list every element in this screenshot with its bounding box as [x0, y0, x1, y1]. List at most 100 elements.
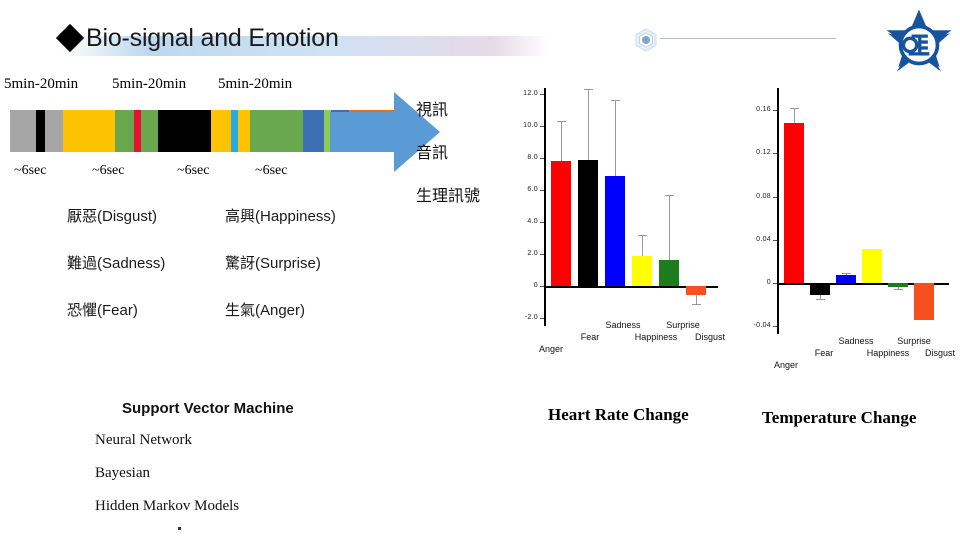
timeline-segment-7 [141, 110, 158, 152]
timeline-segment-3 [45, 110, 63, 152]
clip-length-label-3: ~6sec [177, 163, 210, 178]
y-tick-label: 2.0 [527, 250, 538, 257]
y-tick-label: 0.12 [756, 149, 771, 157]
clip-length-label-4: ~6sec [255, 163, 288, 178]
y-axis [777, 88, 779, 334]
chart-title-heart-rate: Heart Rate Change [548, 405, 689, 424]
error-bar-cap [665, 194, 674, 196]
y-tick-label: 0.16 [756, 106, 771, 114]
x-axis-label-happiness: Happiness [866, 348, 910, 358]
classifier-list-ellipsis [178, 527, 181, 530]
x-axis-label-anger: Anger [538, 344, 564, 354]
y-tick-label: -2.0 [524, 314, 538, 321]
x-axis-label-fear: Fear [580, 332, 600, 342]
chart-heart-rate-change: 12.0 10.0 8.0 6.0 4.0 2.0 0 -2.0 Anger Fear Sadnes… [505, 88, 725, 388]
clip-length-label-1: ~6sec [14, 163, 47, 178]
emotion-label-sadness: 難過(Sadness) [67, 255, 166, 272]
timeline-segment-2 [36, 110, 45, 152]
bar-surprise [659, 259, 679, 286]
error-bar [642, 234, 643, 256]
x-axis-label-happiness: Happiness [634, 332, 678, 342]
modality-label-physiological: 生理訊號 [416, 188, 481, 205]
y-tick-label: 0 [766, 278, 771, 286]
x-axis-label-disgust: Disgust [694, 332, 726, 342]
x-axis-label-surprise: Surprise [666, 320, 700, 330]
timeline-duration-label-2: 5min-20min [112, 76, 187, 92]
error-bar-cap [894, 289, 903, 291]
error-bar-cap [557, 121, 566, 123]
y-tick-mark [540, 254, 544, 255]
emotion-label-surprise: 驚訝(Surprise) [225, 255, 321, 272]
bar-disgust [686, 286, 706, 295]
error-bar [669, 194, 670, 260]
chart-title-temperature: Temperature Change [762, 408, 917, 427]
timeline-segment-6 [134, 110, 141, 152]
emotion-label-anger: 生氣(Anger) [225, 302, 306, 319]
y-tick-mark [773, 110, 777, 112]
school-emblem-icon [882, 8, 956, 82]
y-tick-label: 0 [533, 282, 538, 289]
x-axis-label-sadness: Sadness [838, 336, 874, 346]
timeline-duration-label-3: 5min-20min [218, 76, 293, 92]
x-axis-label-surprise: Surprise [897, 336, 931, 346]
emotion-label-disgust: 厭惡(Disgust) [67, 208, 158, 225]
y-tick-mark [773, 326, 777, 327]
emotion-label-fear: 恐懼(Fear) [67, 302, 138, 319]
timeline-segment-4 [63, 110, 115, 152]
y-tick-mark [540, 222, 544, 223]
error-bar [615, 100, 616, 177]
y-axis [544, 88, 546, 326]
x-axis-label-sadness: Sadness [605, 320, 641, 330]
classifier-item-svm: Support Vector Machine [122, 400, 294, 417]
bar-happiness [632, 255, 652, 286]
bar-fear [578, 160, 598, 286]
y-tick-mark [773, 282, 777, 284]
y-tick-mark [773, 239, 777, 241]
error-bar-cap [816, 299, 825, 301]
modality-label-video: 視訊 [416, 102, 449, 119]
bar-anger [551, 161, 571, 286]
hexagon-icon [633, 27, 659, 53]
classifier-item-hidden-markov-models: Hidden Markov Models [95, 498, 240, 514]
timeline-segment-1 [10, 110, 36, 152]
bar-sadness [605, 176, 625, 286]
y-tick-mark [540, 126, 544, 127]
error-bar-cap [842, 273, 851, 275]
error-bar [561, 121, 562, 162]
error-bar-cap [790, 108, 799, 110]
page-title-text: Bio-signal and Emotion [86, 23, 339, 52]
x-axis-label-anger: Anger [773, 360, 799, 370]
y-tick-label: -0.04 [753, 322, 771, 329]
y-tick-label: 4.0 [527, 218, 538, 225]
y-tick-label: 6.0 [527, 186, 538, 193]
classifier-item-bayesian: Bayesian [95, 465, 150, 481]
x-axis-label-fear: Fear [814, 348, 834, 358]
timeline-segment-10 [231, 110, 238, 152]
bar-anger [784, 123, 804, 283]
y-tick-label: 0.08 [756, 192, 771, 200]
classifier-item-neural-network: Neural Network [95, 432, 193, 448]
y-tick-mark [540, 158, 544, 159]
page-title: Bio-signal and Emotion [55, 22, 339, 54]
y-tick-label: 0.04 [756, 235, 771, 243]
timeline-segment-11 [238, 110, 250, 152]
chart-temperature-change: 0.16 0.12 0.08 0.04 0 -0.04 Anger Fear Sadness Ha… [740, 88, 960, 398]
timeline-segment-13 [303, 110, 324, 152]
timeline-segment-12 [250, 110, 303, 152]
error-bar-cap [638, 234, 647, 236]
modality-label-audio: 音訊 [416, 145, 449, 162]
bar-disgust [914, 282, 934, 320]
bar-sadness [836, 275, 856, 283]
y-tick-label: 10.0 [523, 122, 538, 129]
y-tick-mark [773, 196, 777, 198]
y-tick-label: 12.0 [523, 90, 538, 97]
emotion-label-happiness: 高興(Happiness) [225, 208, 336, 225]
diamond-icon [55, 23, 85, 53]
clip-length-label-2: ~6sec [92, 163, 125, 178]
error-bar-cap [584, 89, 593, 91]
y-tick-mark [540, 190, 544, 191]
timeline-segment-9 [211, 110, 231, 152]
y-tick-mark [540, 286, 544, 287]
y-tick-label: 8.0 [527, 154, 538, 161]
error-bar [696, 294, 697, 304]
